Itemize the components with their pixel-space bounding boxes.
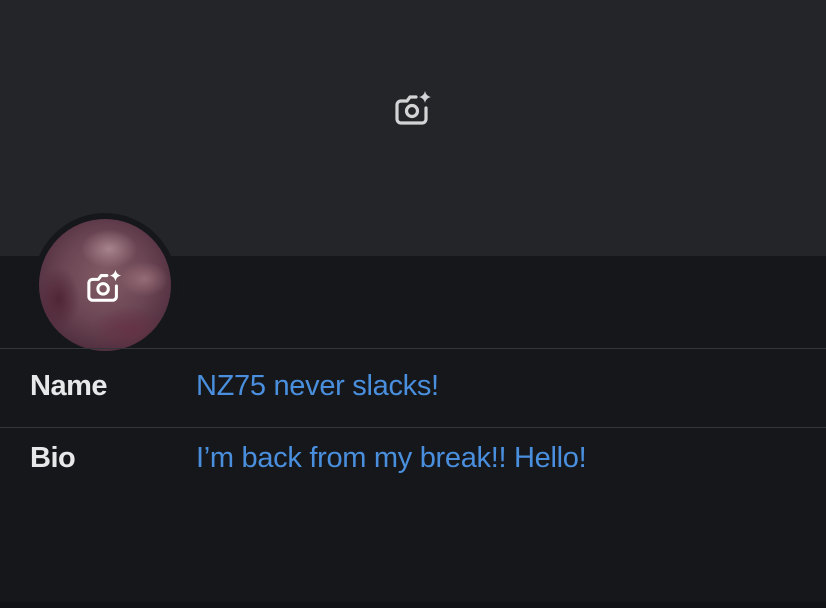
bio-field[interactable]: I’m back from my break!! Hello!	[196, 442, 587, 475]
divider	[0, 427, 826, 428]
avatar[interactable]	[39, 219, 171, 351]
bottom-edge	[0, 602, 826, 608]
profile-editor: Name NZ75 never slacks! Bio I’m back fro…	[0, 0, 826, 608]
name-label: Name	[30, 370, 108, 402]
camera-add-icon	[395, 91, 431, 125]
banner-camera-button[interactable]	[393, 88, 435, 128]
bio-label: Bio	[30, 442, 76, 474]
divider	[0, 348, 826, 349]
camera-add-icon	[87, 269, 122, 302]
avatar-camera-button[interactable]	[85, 267, 125, 305]
name-field[interactable]: NZ75 never slacks!	[196, 370, 439, 403]
